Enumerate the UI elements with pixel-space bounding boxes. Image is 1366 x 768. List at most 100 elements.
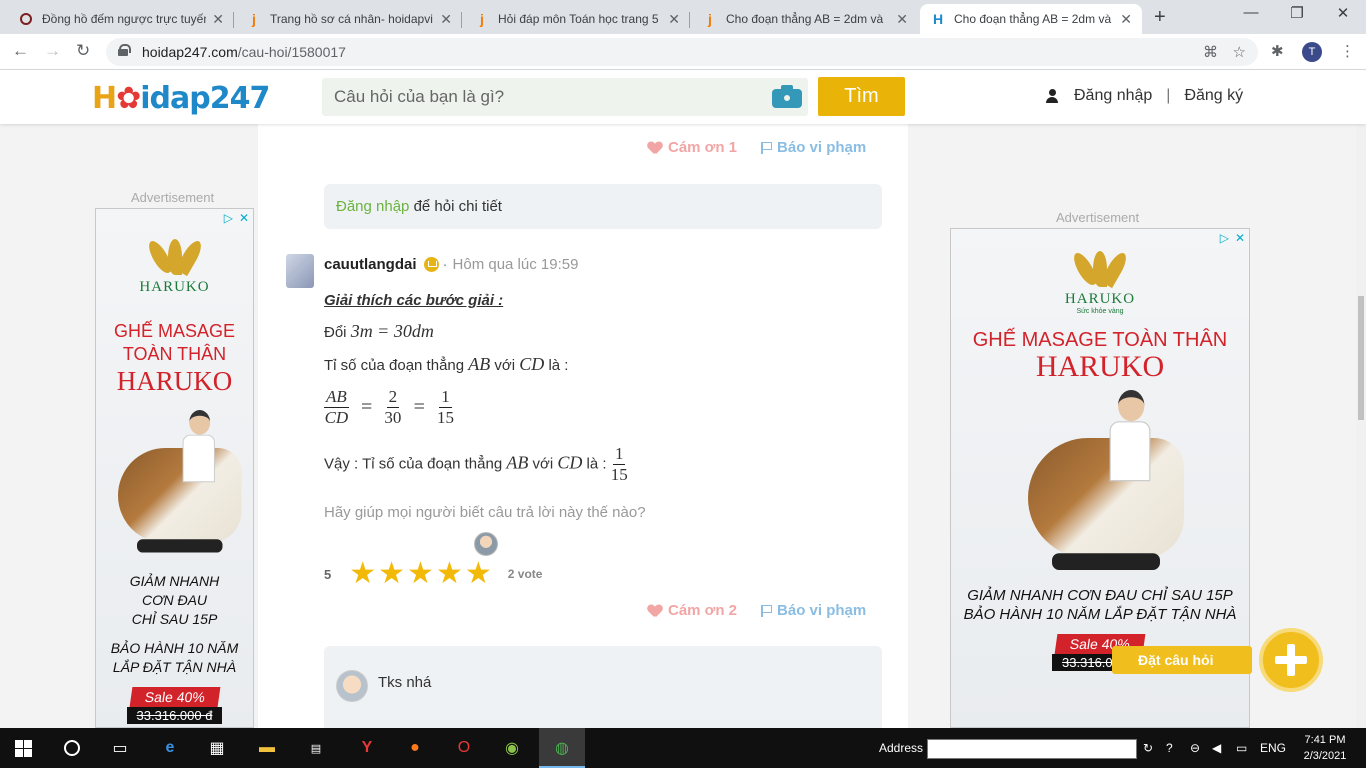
edge-icon[interactable]: e: [158, 736, 182, 760]
rating-prompt: Hãy giúp mọi người biết câu trả lời này …: [324, 504, 646, 521]
site-header: H✿idap247 Tìm Đăng nhập | Đăng ký: [0, 70, 1366, 124]
browser-tab[interactable]: j Hỏi đáp môn Toán học trang 5 ✕: [464, 4, 690, 34]
thank-button[interactable]: Cám ơn 2: [648, 602, 737, 619]
cortana-icon[interactable]: [60, 736, 84, 760]
j-site-icon: j: [708, 11, 712, 27]
forward-icon[interactable]: →: [44, 41, 61, 61]
restore-icon[interactable]: ❐: [1274, 4, 1320, 22]
menu-icon[interactable]: ⋮: [1340, 42, 1355, 60]
close-tab-icon[interactable]: ✕: [440, 11, 452, 28]
ad-text-line: GIẢM NHANH CƠN ĐAU CHỈ SAU 15P: [967, 587, 1233, 604]
browser-tab-active[interactable]: H Cho đoạn thẳng AB = 2dm và ✕: [920, 4, 1142, 34]
extensions-icon[interactable]: ✱: [1271, 42, 1284, 60]
ad-text-line: GIẢM NHANH: [129, 573, 220, 589]
left-advertisement[interactable]: ▷ ✕ HARUKO GHẾ MASAGE TOÀN THÂN HARUKO GI…: [95, 208, 254, 728]
plus-icon[interactable]: [1259, 628, 1323, 692]
ad-close-icon[interactable]: ✕: [1235, 231, 1245, 245]
back-icon[interactable]: ←: [12, 41, 29, 61]
keyboard-icon[interactable]: ▭: [1236, 741, 1247, 755]
report-button[interactable]: Báo vi phạm: [761, 602, 866, 619]
camera-icon[interactable]: [772, 84, 802, 108]
ad-text-line: CƠN ĐAU: [141, 592, 208, 608]
login-link[interactable]: Đăng nhập: [336, 198, 409, 215]
yandex-icon[interactable]: Y: [355, 736, 379, 760]
ad-brand-big: HARUKO: [116, 366, 233, 396]
window-close-icon[interactable]: ✕: [1320, 4, 1366, 22]
heart-icon: [648, 142, 662, 154]
vote-count: 2 vote: [507, 567, 543, 581]
profile-avatar[interactable]: T: [1302, 42, 1322, 62]
tab-title: Cho đoạn thẳng AB = 2dm và: [726, 12, 884, 26]
report-button[interactable]: Báo vi phạm: [761, 139, 866, 156]
unikey-icon[interactable]: ▤: [304, 736, 328, 760]
search-box: [322, 78, 808, 116]
address-toolbar-input[interactable]: [927, 739, 1137, 759]
star-icon[interactable]: ★: [349, 559, 376, 589]
answer-equation: AB CD = 2 30 = 1 15: [324, 387, 455, 427]
answer-header: cauutlangdai · Hôm qua lúc 19:59: [324, 256, 578, 273]
comment-text: Tks nhá: [378, 674, 432, 691]
adchoices-icon[interactable]: ▷: [224, 211, 233, 225]
browser-tab[interactable]: Đồng hồ đếm ngược trực tuyến ✕: [8, 4, 234, 34]
ad-sale-badge: Sale 40%: [129, 687, 220, 707]
language-indicator[interactable]: ENG: [1260, 741, 1286, 755]
scrollbar-thumb[interactable]: [1358, 296, 1364, 420]
ad-brand: HARUKO: [139, 279, 210, 295]
system-clock[interactable]: 7:41 PM 2/3/2021: [1300, 732, 1350, 764]
minus-circle-icon[interactable]: ⊖: [1190, 741, 1200, 755]
hoidap-site-icon: H: [932, 11, 944, 27]
star-icon[interactable]: ★: [436, 559, 463, 589]
massage-chair-image: [1016, 390, 1184, 582]
login-link[interactable]: Đăng nhập: [1074, 87, 1152, 105]
rating-score: 5: [324, 566, 332, 582]
answer-actions: Cám ơn 1 Báo vi phạm: [648, 139, 866, 156]
chrome-icon[interactable]: ◍: [550, 736, 574, 760]
avatar[interactable]: [336, 670, 368, 702]
windows-start-icon[interactable]: [15, 740, 32, 757]
search-input[interactable]: [322, 78, 762, 116]
close-tab-icon[interactable]: ✕: [668, 11, 680, 28]
firefox-icon[interactable]: ●: [403, 736, 427, 760]
task-view-icon[interactable]: ▭: [108, 736, 132, 760]
address-bar[interactable]: hoidap247.com/cau-hoi/1580017 ⌘ ☆: [106, 38, 1258, 66]
flag-icon: [761, 141, 773, 154]
windows-taskbar: ▭ e ▦ ▬ ▤ Y ● O ◉ ◍ Address ↻ ? ⊖ ◀ ▭ EN…: [0, 728, 1366, 768]
ad-label: Advertisement: [1056, 210, 1140, 225]
site-logo[interactable]: H✿idap247: [92, 81, 270, 116]
file-explorer-icon[interactable]: ▬: [255, 736, 279, 760]
minimize-icon[interactable]: —: [1228, 4, 1274, 21]
opera-icon[interactable]: O: [452, 736, 476, 760]
star-icon[interactable]: ★: [407, 559, 434, 589]
browser-tab[interactable]: j Trang hồ sơ cá nhân- hoidapvi ✕: [236, 4, 462, 34]
ad-brand: HARUKO: [1064, 291, 1136, 307]
search-button[interactable]: Tìm: [818, 77, 905, 116]
thank-button[interactable]: Cám ơn 1: [648, 139, 737, 156]
store-icon[interactable]: ▦: [205, 736, 229, 760]
browser-tab[interactable]: j Cho đoạn thẳng AB = 2dm và ✕: [692, 4, 918, 34]
avatar[interactable]: [286, 254, 314, 288]
voter-avatar[interactable]: [474, 532, 498, 556]
ad-old-price: 33.316.000 đ: [126, 707, 223, 724]
translate-icon[interactable]: ⌘: [1203, 43, 1218, 61]
volume-icon[interactable]: ◀: [1212, 741, 1221, 755]
adchoices-icon[interactable]: ▷: [1220, 231, 1229, 245]
coccoc-icon[interactable]: ◉: [500, 736, 524, 760]
register-link[interactable]: Đăng ký: [1184, 87, 1243, 105]
j-site-icon: j: [480, 11, 484, 27]
ad-close-icon[interactable]: ✕: [239, 211, 249, 225]
close-tab-icon[interactable]: ✕: [896, 11, 908, 28]
refresh-icon[interactable]: ↻: [1143, 741, 1153, 755]
answer-username[interactable]: cauutlangdai: [324, 256, 417, 273]
reload-icon[interactable]: ↻: [76, 41, 90, 61]
close-tab-icon[interactable]: ✕: [212, 11, 224, 28]
star-icon[interactable]: ★: [465, 559, 492, 589]
ad-slogan: Sức khỏe vàng: [1076, 308, 1124, 315]
ask-question-button[interactable]: Đặt câu hỏi: [1112, 646, 1252, 674]
star-icon[interactable]: ★: [378, 559, 405, 589]
bookmark-star-icon[interactable]: ☆: [1233, 43, 1246, 61]
help-icon[interactable]: ?: [1166, 741, 1173, 755]
user-icon: [1046, 89, 1058, 103]
auth-separator: |: [1166, 87, 1171, 104]
new-tab-icon[interactable]: +: [1154, 6, 1166, 29]
close-tab-icon[interactable]: ✕: [1120, 11, 1132, 28]
